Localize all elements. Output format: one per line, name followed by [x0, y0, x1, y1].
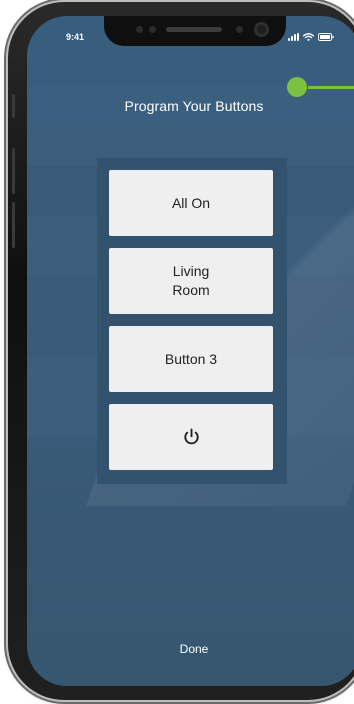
- front-camera: [254, 22, 269, 37]
- notch: [104, 16, 286, 46]
- power-button[interactable]: [109, 404, 273, 470]
- all-on-button[interactable]: All On: [109, 170, 273, 236]
- signal-icon: [288, 33, 299, 41]
- page-title: Program Your Buttons: [124, 98, 264, 114]
- sensor-dot: [149, 26, 156, 33]
- page: 9:41 Program Your Buttons All On Living …: [0, 0, 354, 704]
- volume-up-key: [12, 148, 15, 194]
- done-button[interactable]: Done: [27, 642, 354, 656]
- living-room-button[interactable]: Living Room: [109, 248, 273, 314]
- sensor-dot: [236, 26, 243, 33]
- phone-screen: 9:41 Program Your Buttons All On Living …: [27, 16, 354, 686]
- button-panel: All On Living Room Button 3: [97, 158, 287, 484]
- wifi-icon: [303, 33, 314, 41]
- button-3-button[interactable]: Button 3: [109, 326, 273, 392]
- status-icons: [288, 32, 334, 42]
- battery-icon: [318, 33, 334, 41]
- mute-switch: [12, 94, 15, 118]
- volume-down-key: [12, 202, 15, 248]
- sensor-dot: [136, 26, 143, 33]
- status-time: 9:41: [66, 32, 85, 42]
- callout-line: [308, 86, 354, 89]
- earpiece-speaker: [166, 27, 222, 32]
- callout-dot: [287, 77, 307, 97]
- power-icon: [183, 428, 199, 445]
